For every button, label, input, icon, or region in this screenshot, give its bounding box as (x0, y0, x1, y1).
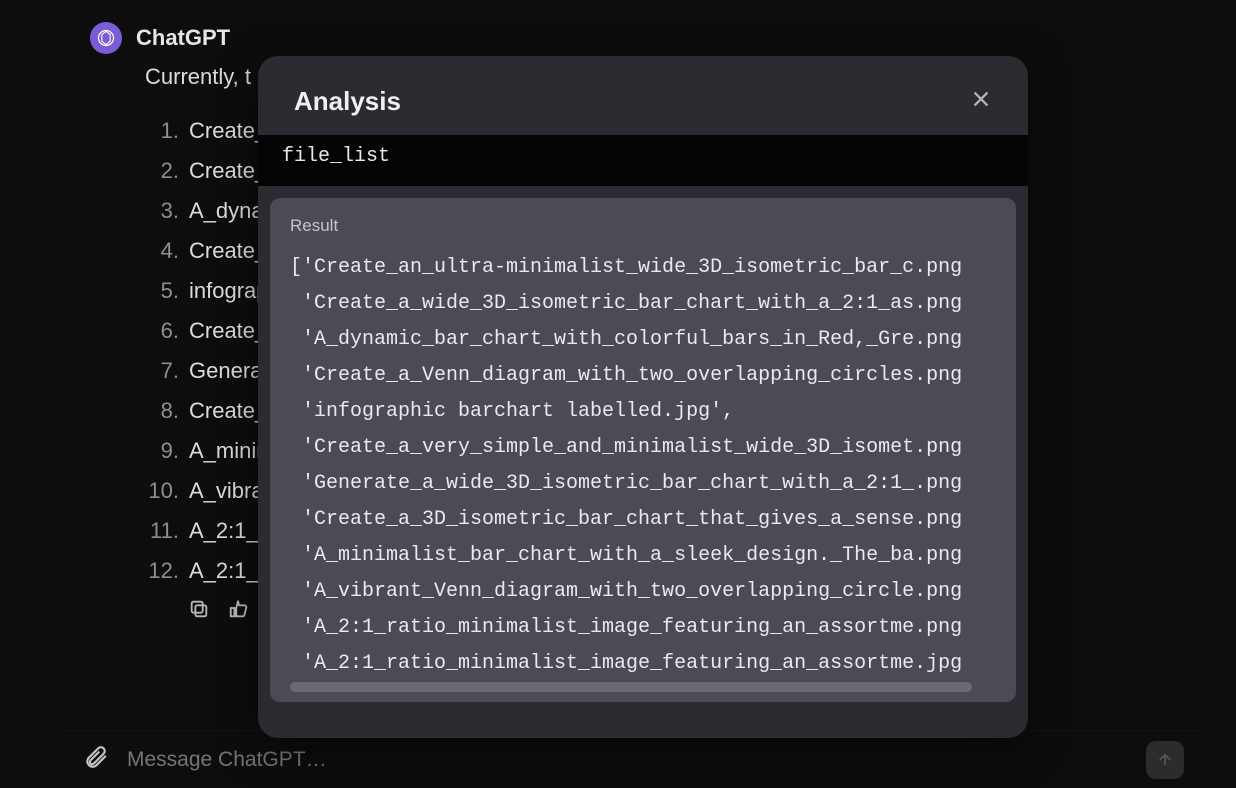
close-icon (970, 88, 992, 110)
send-button[interactable] (1146, 741, 1184, 779)
thumbs-up-button[interactable] (228, 598, 250, 620)
copy-icon (188, 598, 210, 620)
close-button[interactable] (970, 88, 992, 115)
message-input[interactable] (127, 748, 1146, 772)
composer (63, 730, 1204, 788)
result-block: Result ['Create_an_ultra-minimalist_wide… (270, 198, 1016, 702)
modal-header: Analysis (258, 56, 1028, 135)
copy-button[interactable] (188, 598, 210, 620)
thumbs-up-icon (228, 598, 250, 620)
openai-logo-icon (96, 28, 116, 48)
arrow-up-icon (1156, 751, 1174, 769)
avatar (90, 22, 122, 54)
message-header: ChatGPT (90, 22, 1236, 54)
paperclip-icon (83, 744, 109, 770)
result-label: Result (290, 216, 996, 236)
modal-title: Analysis (294, 86, 401, 117)
attach-button[interactable] (83, 744, 109, 775)
code-input: file_list (258, 135, 1028, 186)
assistant-name: ChatGPT (136, 25, 230, 51)
result-output: ['Create_an_ultra-minimalist_wide_3D_iso… (290, 250, 996, 682)
horizontal-scrollbar[interactable] (290, 682, 972, 692)
analysis-modal: Analysis file_list Result ['Create_an_ul… (258, 56, 1028, 738)
